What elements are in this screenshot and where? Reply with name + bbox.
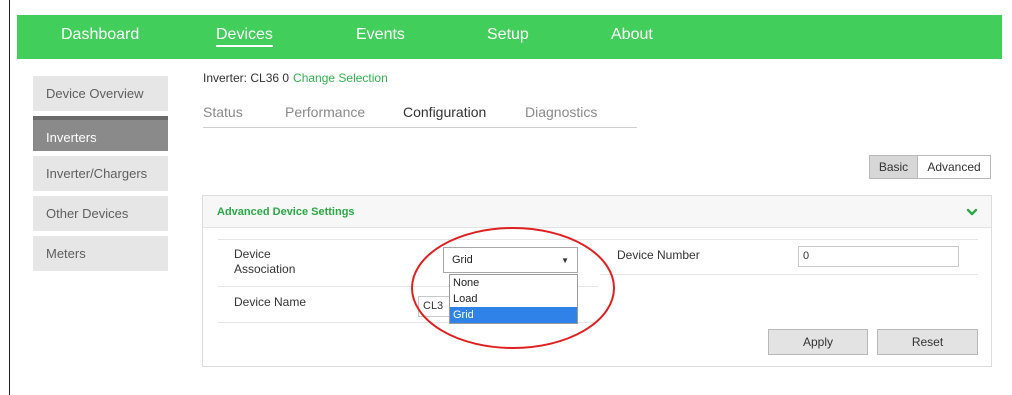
reset-button[interactable]: Reset [877, 329, 978, 355]
tab-diagnostics[interactable]: Diagnostics [525, 104, 597, 120]
device-association-select[interactable]: Grid ▼ [443, 247, 578, 273]
sidebar-item-inverter-chargers[interactable]: Inverter/Chargers [33, 156, 168, 191]
sidebar-item-meters[interactable]: Meters [33, 236, 168, 271]
tab-status[interactable]: Status [203, 104, 243, 120]
option-load[interactable]: Load [450, 291, 577, 307]
device-association-label: Device Association [234, 247, 296, 276]
change-selection-link[interactable]: Change Selection [293, 71, 388, 85]
device-association-value: Grid [452, 254, 473, 266]
apply-button[interactable]: Apply [768, 329, 868, 355]
device-number-label: Device Number [617, 248, 700, 262]
panel-header[interactable]: Advanced Device Settings [203, 196, 991, 228]
device-number-input[interactable]: 0 [798, 246, 959, 267]
nav-about[interactable]: About [611, 26, 653, 44]
panel-title: Advanced Device Settings [217, 206, 355, 218]
basic-mode-button[interactable]: Basic [869, 155, 918, 179]
tab-configuration[interactable]: Configuration [403, 104, 486, 120]
row-divider [600, 274, 978, 275]
chevron-down-icon[interactable] [965, 205, 979, 219]
advanced-mode-button[interactable]: Advanced [917, 155, 991, 179]
option-none[interactable]: None [450, 275, 577, 291]
tab-bar: Status Performance Configuration Diagnos… [203, 104, 637, 128]
top-nav-bar: Dashboard Devices Events Setup About [17, 15, 1002, 59]
sidebar-item-inverters[interactable]: Inverters [33, 116, 168, 151]
nav-devices[interactable]: Devices [216, 26, 273, 47]
option-grid[interactable]: Grid [450, 307, 577, 323]
nav-events[interactable]: Events [356, 26, 405, 44]
tab-performance[interactable]: Performance [285, 104, 365, 120]
sidebar-item-device-overview[interactable]: Device Overview [33, 76, 168, 111]
row-divider [218, 239, 978, 240]
sidebar-item-other-devices[interactable]: Other Devices [33, 196, 168, 231]
window-border [9, 0, 10, 395]
advanced-settings-panel: Advanced Device Settings [202, 195, 992, 367]
selection-line: Inverter: CL36 0 Change Selection [203, 71, 388, 85]
selected-inverter-text: Inverter: CL36 0 [203, 71, 290, 85]
device-name-label: Device Name [234, 295, 307, 309]
dropdown-caret-icon: ▼ [561, 256, 569, 265]
nav-dashboard[interactable]: Dashboard [61, 26, 139, 44]
nav-setup[interactable]: Setup [487, 26, 529, 44]
device-association-dropdown: None Load Grid [449, 274, 578, 324]
